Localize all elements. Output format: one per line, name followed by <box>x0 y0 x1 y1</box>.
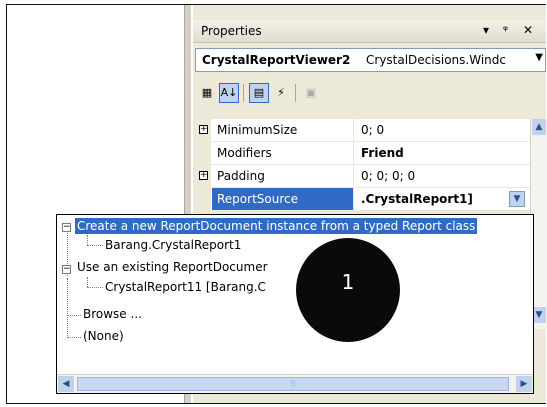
property-row-selected[interactable]: ReportSource .CrystalReport1] ▼ <box>195 188 530 211</box>
column-divider <box>353 188 354 210</box>
column-divider <box>353 142 354 164</box>
properties-header: Properties ▾ ᵠ ✕ <box>193 20 546 43</box>
pin-icon[interactable]: ᵠ <box>503 23 508 37</box>
column-divider <box>353 119 354 141</box>
property-value[interactable]: 0; 0 <box>361 123 384 137</box>
object-name: CrystalReportViewer2 <box>202 53 351 67</box>
property-value[interactable]: Friend <box>361 146 404 160</box>
tree-connector <box>87 235 88 245</box>
collapse-icon[interactable]: − <box>62 223 71 232</box>
row-margin <box>195 142 211 164</box>
events-icon[interactable]: ⚡ <box>271 83 291 103</box>
scroll-up-icon[interactable]: ▲ <box>532 119 546 135</box>
close-icon[interactable]: ✕ <box>523 23 533 37</box>
tree-item-label: Create a new ReportDocument instance fro… <box>75 218 478 234</box>
tree-connector <box>87 277 88 287</box>
property-row[interactable]: + Padding 0; 0; 0; 0 <box>195 165 530 188</box>
tree-item[interactable]: Browse ... <box>83 307 142 321</box>
properties-icon[interactable]: ▤ <box>249 83 269 103</box>
column-divider <box>353 165 354 187</box>
property-value[interactable]: 0; 0; 0; 0 <box>361 169 415 183</box>
tree-connector <box>67 278 68 338</box>
properties-title: Properties <box>201 24 262 38</box>
dropdown-icon[interactable]: ▾ <box>483 23 489 37</box>
property-name: Modifiers <box>217 146 272 160</box>
row-margin <box>195 188 211 210</box>
tree-connector <box>87 245 103 246</box>
property-row[interactable]: Modifiers Friend <box>195 142 530 165</box>
categorized-icon[interactable]: ▦ <box>197 83 217 103</box>
toolbar-divider <box>295 84 296 102</box>
chevron-down-icon[interactable]: ▼ <box>509 191 525 207</box>
collapse-icon[interactable]: − <box>62 265 71 274</box>
property-pages-icon[interactable]: ▣ <box>301 83 321 103</box>
step-callout: 1 <box>296 238 400 342</box>
properties-toolbar: ▦ A↓ ▤ ⚡ ▣ <box>197 81 397 107</box>
tree-item[interactable]: Create a new ReportDocument instance fro… <box>75 218 478 234</box>
object-type: CrystalDecisions.Windc <box>366 53 506 67</box>
property-name: MinimumSize <box>217 123 298 137</box>
scroll-left-icon[interactable]: ◀ <box>58 376 74 392</box>
tree-item[interactable]: Barang.CrystalReport1 <box>105 238 241 252</box>
scroll-thumb[interactable]: ⦙⦙⦙ <box>77 377 509 391</box>
alphabetical-icon[interactable]: A↓ <box>219 83 239 103</box>
scroll-down-icon[interactable]: ▼ <box>532 307 546 323</box>
horizontal-scrollbar[interactable]: ◀ ⦙⦙⦙ ▶ <box>57 374 533 393</box>
tree-connector <box>67 337 81 338</box>
object-selector[interactable]: CrystalReportViewer2 CrystalDecisions.Wi… <box>195 48 546 72</box>
expand-icon[interactable]: + <box>199 125 208 134</box>
chevron-down-icon[interactable]: ▼ <box>535 52 543 63</box>
tree-item[interactable]: Use an existing ReportDocumer <box>77 260 268 274</box>
report-source-dropdown: − Create a new ReportDocument instance f… <box>56 214 534 394</box>
callout-number: 1 <box>341 270 355 294</box>
property-name: ReportSource <box>217 192 298 206</box>
toolbar-divider <box>243 84 244 102</box>
tree-item[interactable]: (None) <box>83 329 124 343</box>
scroll-right-icon[interactable]: ▶ <box>516 376 532 392</box>
tree-item[interactable]: CrystalReport11 [Barang.C <box>105 280 266 294</box>
property-grid: + MinimumSize 0; 0 Modifiers Friend + Pa… <box>195 119 530 211</box>
property-value[interactable]: .CrystalReport1] <box>361 192 473 206</box>
property-row[interactable]: + MinimumSize 0; 0 <box>195 119 530 142</box>
property-name: Padding <box>217 169 265 183</box>
expand-icon[interactable]: + <box>199 171 208 180</box>
designer-surface <box>7 5 191 215</box>
tree-connector <box>67 315 81 316</box>
tree-connector <box>87 287 103 288</box>
